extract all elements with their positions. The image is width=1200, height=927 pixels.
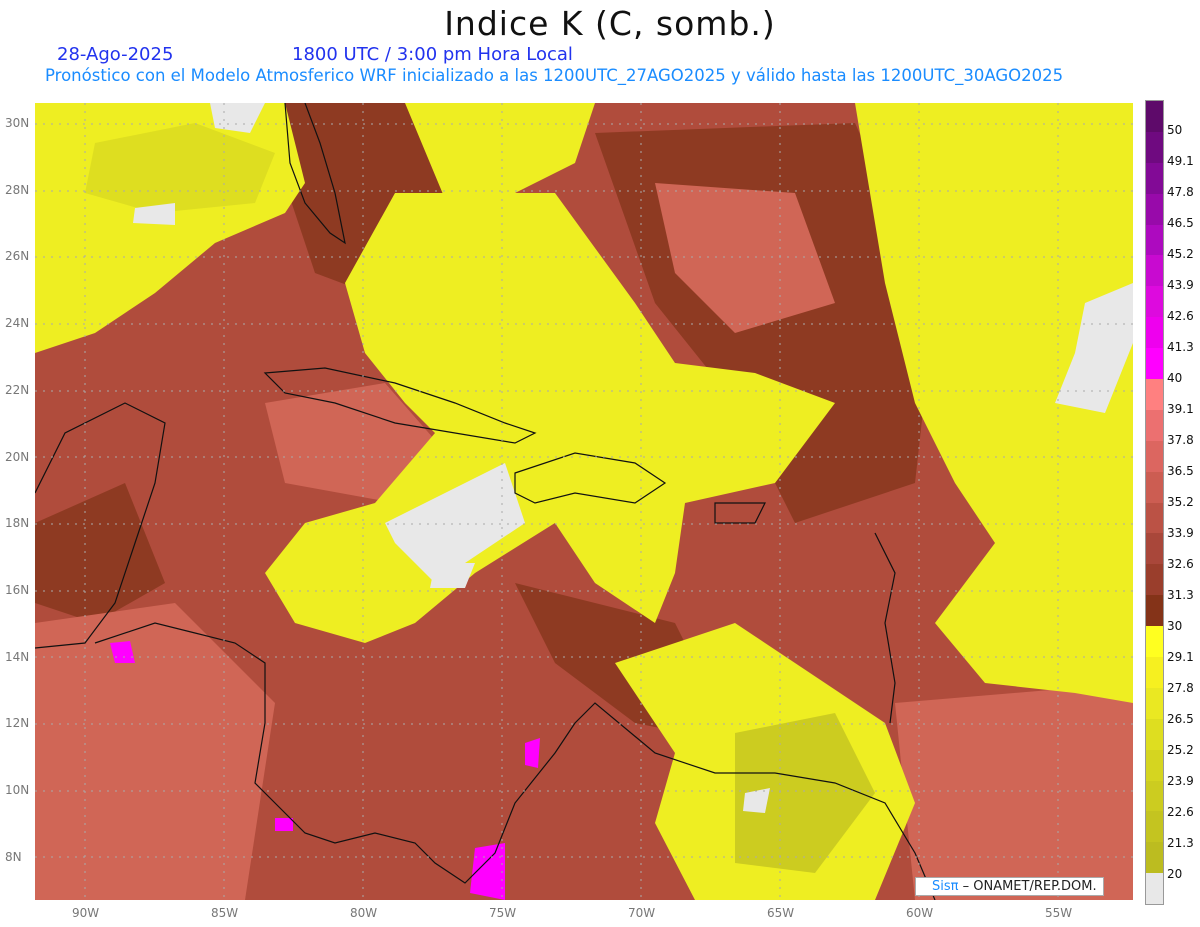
- lat-tick-label: 22N: [5, 382, 30, 397]
- colorbar-label: 40: [1167, 371, 1183, 385]
- lat-tick-label: 8N: [5, 849, 22, 864]
- colorbar-label: 25.2: [1167, 743, 1194, 757]
- colorbar-label: 30: [1167, 619, 1183, 633]
- lon-tick-label: 60W: [906, 906, 934, 920]
- lat-tick-label: 20N: [5, 449, 30, 464]
- lat-tick-label: 14N: [5, 649, 30, 664]
- model-subtitle: Pronóstico con el Modelo Atmosferico WRF…: [45, 66, 1064, 85]
- colorbar-label: 22.6: [1167, 805, 1194, 819]
- colorbar-cell: [1146, 255, 1163, 287]
- colorbar-cell: [1146, 811, 1163, 843]
- lon-tick-label: 80W: [350, 906, 378, 920]
- colorbar-label: 46.5: [1167, 216, 1194, 230]
- sispi-logo: Sisπ: [932, 879, 959, 894]
- lon-tick-label: 70W: [628, 906, 656, 920]
- colorbar: [1145, 100, 1164, 906]
- colorbar-cell: [1146, 193, 1163, 225]
- colorbar-cell: [1146, 718, 1163, 750]
- colorbar-label: 27.8: [1167, 681, 1194, 695]
- colorbar-label: 26.5: [1167, 712, 1194, 726]
- forecast-date: 28-Ago-2025: [57, 44, 174, 65]
- lat-tick-label: 26N: [5, 249, 30, 264]
- colorbar-cell: [1146, 348, 1163, 380]
- forecast-time: 1800 UTC / 3:00 pm Hora Local: [292, 44, 573, 65]
- colorbar-cell: [1146, 780, 1163, 812]
- map-title: Indice K (C, somb.): [444, 4, 776, 43]
- colorbar-cell: [1146, 842, 1163, 874]
- colorbar-cell: [1146, 409, 1163, 441]
- colorbar-cell: [1146, 379, 1163, 410]
- colorbar-cell: [1146, 131, 1163, 163]
- lat-tick-label: 28N: [5, 182, 30, 197]
- colorbar-label: 43.9: [1167, 278, 1194, 292]
- colorbar-label: 39.1: [1167, 402, 1194, 416]
- colorbar-label: 45.2: [1167, 247, 1194, 261]
- colorbar-cell: [1146, 657, 1163, 688]
- lat-tick-label: 30N: [5, 116, 30, 130]
- colorbar-cell: [1146, 873, 1163, 905]
- colorbar-label: 32.6: [1167, 557, 1194, 571]
- colorbar-cell: [1146, 162, 1163, 194]
- colorbar-label: 49.1: [1167, 154, 1194, 168]
- colorbar-cell: [1146, 533, 1163, 565]
- lon-tick-label: 75W: [489, 906, 517, 920]
- colorbar-label: 33.9: [1167, 526, 1194, 540]
- colorbar-cell: [1146, 687, 1163, 719]
- colorbar-label: 23.9: [1167, 774, 1194, 788]
- lon-tick-label: 65W: [767, 906, 795, 920]
- colorbar-cell: [1146, 564, 1163, 596]
- colorbar-cell: [1146, 101, 1163, 132]
- colorbar-cell: [1146, 440, 1163, 472]
- lat-tick-label: 16N: [5, 582, 30, 597]
- lon-tick-label: 85W: [211, 906, 239, 920]
- colorbar-label: 21.3: [1167, 836, 1194, 850]
- lat-tick-label: 18N: [5, 516, 30, 531]
- lat-tick-label: 10N: [5, 783, 30, 797]
- colorbar-cell: [1146, 502, 1163, 534]
- colorbar-label: 31.3: [1167, 588, 1194, 602]
- colorbar-label: 35.2: [1167, 495, 1194, 509]
- colorbar-label: 29.1: [1167, 650, 1194, 664]
- colorbar-cell: [1146, 317, 1163, 349]
- lat-tick-label: 12N: [5, 716, 30, 731]
- colorbar-cell: [1146, 286, 1163, 318]
- lat-tick-label: 24N: [5, 316, 30, 331]
- credit-box: Sisπ – ONAMET/REP.DOM.: [915, 877, 1104, 896]
- colorbar-label: 50: [1167, 123, 1183, 137]
- colorbar-label: 47.8: [1167, 185, 1194, 199]
- colorbar-label: 37.8: [1167, 433, 1194, 447]
- colorbar-label: 36.5: [1167, 464, 1194, 478]
- lon-tick-label: 55W: [1045, 906, 1073, 920]
- k-index-map: [35, 103, 1133, 900]
- colorbar-cell: [1146, 749, 1163, 781]
- colorbar-cell: [1146, 471, 1163, 503]
- colorbar-cell: [1146, 626, 1163, 658]
- credit-text: – ONAMET/REP.DOM.: [962, 879, 1097, 894]
- colorbar-label: 20: [1167, 867, 1183, 881]
- colorbar-cell: [1146, 224, 1163, 256]
- colorbar-cell: [1146, 595, 1163, 627]
- colorbar-label: 41.3: [1167, 340, 1194, 354]
- colorbar-label: 42.6: [1167, 309, 1194, 323]
- lon-tick-label: 90W: [72, 906, 100, 920]
